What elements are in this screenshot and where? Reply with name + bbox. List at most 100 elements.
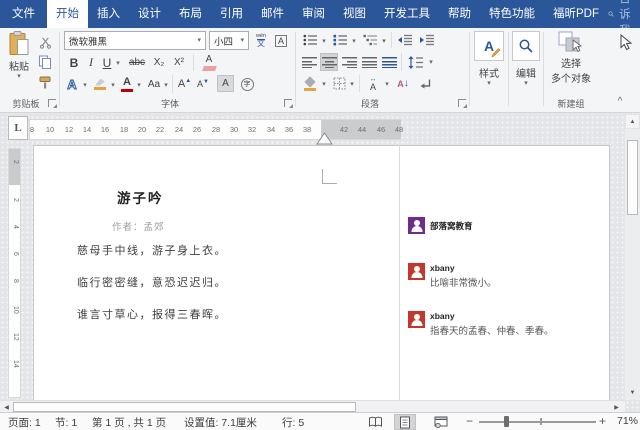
- enclose-characters-button[interactable]: 字: [238, 75, 256, 93]
- character-border-button[interactable]: A: [272, 32, 290, 50]
- character-scaling-button[interactable]: ↔A: [363, 75, 383, 92]
- paste-button[interactable]: 粘贴 ▾: [4, 31, 34, 80]
- font-name-combo[interactable]: 微软雅黑 ▾: [64, 31, 206, 50]
- status-setting-value[interactable]: 设置值: 7.1厘米: [184, 415, 257, 430]
- status-line-number[interactable]: 行: 5: [282, 415, 304, 430]
- tab-file[interactable]: 文件: [0, 0, 47, 28]
- document-author[interactable]: 作者：孟郊: [112, 219, 165, 233]
- vertical-ruler[interactable]: 2 2 4 6 8 10 12 14: [8, 148, 21, 398]
- numbering-button[interactable]: [330, 32, 350, 48]
- text-effects-dropdown[interactable]: ▾: [81, 81, 89, 89]
- character-scaling-dropdown[interactable]: ▾: [383, 80, 391, 88]
- document-title[interactable]: 游子吟: [117, 187, 164, 207]
- comment-author[interactable]: xbany: [430, 263, 455, 273]
- borders-dropdown[interactable]: ▾: [348, 80, 356, 88]
- tab-home[interactable]: 开始: [47, 0, 88, 28]
- horizontal-scrollbar-thumb[interactable]: [13, 402, 356, 412]
- comment-text[interactable]: 比喻非常微小。: [430, 275, 497, 289]
- collapse-ribbon-button[interactable]: ^: [612, 94, 628, 108]
- print-layout-button[interactable]: [394, 414, 416, 430]
- font-color-button[interactable]: A: [119, 75, 135, 93]
- italic-button[interactable]: I: [84, 54, 98, 71]
- tab-layout[interactable]: 布局: [170, 0, 211, 28]
- scroll-right-button[interactable]: ▶: [611, 403, 622, 412]
- font-color-dropdown[interactable]: ▾: [135, 81, 143, 89]
- read-mode-button[interactable]: [364, 414, 386, 430]
- shading-dropdown[interactable]: ▾: [320, 80, 328, 88]
- scroll-up-button[interactable]: ▲: [625, 114, 640, 129]
- character-shading-button[interactable]: A: [217, 75, 234, 92]
- highlight-dropdown[interactable]: ▾: [109, 81, 117, 89]
- superscript-button[interactable]: X²: [170, 54, 188, 71]
- horizontal-scrollbar[interactable]: ◀ ▶: [0, 400, 625, 412]
- tab-help[interactable]: 帮助: [439, 0, 480, 28]
- justify-button[interactable]: [360, 53, 378, 71]
- bullets-dropdown[interactable]: ▾: [320, 37, 328, 45]
- tab-developer[interactable]: 开发工具: [375, 0, 439, 28]
- zoom-slider-thumb[interactable]: [504, 416, 509, 427]
- tab-review[interactable]: 审阅: [293, 0, 334, 28]
- clear-formatting-button[interactable]: A: [198, 54, 220, 71]
- tab-special-features[interactable]: 特色功能: [480, 0, 544, 28]
- tab-insert[interactable]: 插入: [88, 0, 129, 28]
- align-center-button[interactable]: [320, 53, 338, 71]
- borders-button[interactable]: [330, 75, 348, 92]
- underline-button[interactable]: U: [100, 54, 114, 71]
- clipboard-dialog-launcher[interactable]: [48, 99, 56, 107]
- bold-button[interactable]: B: [66, 54, 82, 71]
- indent-marker[interactable]: [316, 132, 333, 145]
- vertical-scrollbar-thumb[interactable]: [627, 140, 638, 215]
- status-page[interactable]: 页面: 1: [8, 415, 41, 430]
- tab-design[interactable]: 设计: [129, 0, 170, 28]
- zoom-level[interactable]: 71%: [610, 415, 638, 427]
- numbering-dropdown[interactable]: ▾: [350, 37, 358, 45]
- tab-stop-selector[interactable]: L: [8, 116, 28, 140]
- multilevel-list-button[interactable]: [360, 32, 380, 48]
- styles-button[interactable]: A 样式 ▾: [473, 31, 505, 87]
- align-left-button[interactable]: [300, 53, 318, 71]
- shading-button[interactable]: [300, 75, 320, 92]
- tab-view[interactable]: 视图: [334, 0, 375, 28]
- select-multiple-objects-button[interactable]: 选择 多个对象: [548, 31, 594, 85]
- web-layout-button[interactable]: [430, 414, 452, 430]
- text-effects-button[interactable]: A: [64, 75, 80, 93]
- strikethrough-button[interactable]: abc: [126, 54, 148, 71]
- font-size-combo[interactable]: 小四 ▾: [209, 31, 249, 50]
- status-page-count[interactable]: 第 1 页 , 共 1 页: [92, 415, 166, 430]
- paragraph-dialog-launcher[interactable]: [458, 99, 466, 107]
- phonetic-guide-button[interactable]: wén文: [252, 32, 270, 50]
- zoom-slider-track[interactable]: [479, 421, 596, 423]
- poem-line-3[interactable]: 谁言寸草心，报得三春晖。: [77, 306, 227, 322]
- zoom-in-button[interactable]: +: [599, 414, 606, 428]
- comment-author[interactable]: 部落窝教育: [430, 220, 473, 232]
- comment-text[interactable]: 指春天的孟春、仲春、季春。: [430, 323, 554, 337]
- zoom-out-button[interactable]: −: [466, 414, 473, 428]
- show-paragraph-marks-button[interactable]: [417, 75, 435, 92]
- horizontal-ruler[interactable]: 8 10 12 14 16 18 20 22 24 26 28 30 32 34…: [29, 119, 401, 140]
- scroll-left-button[interactable]: ◀: [1, 403, 12, 412]
- decrease-indent-button[interactable]: [395, 32, 415, 48]
- copy-button[interactable]: [36, 54, 54, 70]
- highlight-color-button[interactable]: [91, 75, 109, 93]
- tab-foxit-pdf[interactable]: 福昕PDF: [544, 0, 608, 28]
- scroll-down-button[interactable]: ▼: [625, 385, 640, 400]
- line-spacing-button[interactable]: [405, 53, 427, 71]
- cut-button[interactable]: [36, 34, 54, 50]
- multilevel-dropdown[interactable]: ▾: [380, 37, 388, 45]
- grow-font-button[interactable]: A▲: [176, 75, 193, 93]
- change-case-dropdown[interactable]: ▾: [162, 81, 170, 89]
- underline-dropdown[interactable]: ▾: [114, 59, 122, 67]
- format-painter-button[interactable]: [36, 74, 54, 90]
- sort-button[interactable]: A ↓: [393, 75, 413, 92]
- font-dialog-launcher[interactable]: [284, 99, 292, 107]
- subscript-button[interactable]: X₂: [150, 54, 168, 71]
- tab-references[interactable]: 引用: [211, 0, 252, 28]
- tab-mailings[interactable]: 邮件: [252, 0, 293, 28]
- poem-line-2[interactable]: 临行密密缝，意恐迟迟归。: [77, 274, 227, 290]
- poem-line-1[interactable]: 慈母手中线，游子身上衣。: [77, 242, 227, 258]
- change-case-button[interactable]: Aa: [145, 75, 163, 93]
- shrink-font-button[interactable]: A▼: [195, 75, 211, 93]
- increase-indent-button[interactable]: [417, 32, 437, 48]
- comment-author[interactable]: xbany: [430, 311, 455, 321]
- bullets-button[interactable]: [300, 32, 320, 48]
